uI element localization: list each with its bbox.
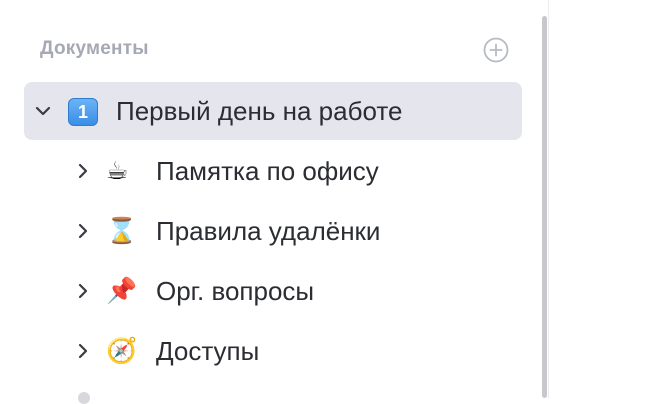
pushpin-icon: 📌 [106, 277, 138, 305]
documents-sidebar: Документы 1 Первый день на работе ☕ Памя… [0, 0, 548, 404]
hourglass-icon: ⌛ [106, 217, 138, 245]
sidebar-scrollbar[interactable] [540, 0, 548, 398]
tree-item-label: Доступы [156, 336, 260, 366]
coffee-icon: ☕ [106, 157, 129, 185]
compass-icon: 🧭 [106, 337, 138, 365]
chevron-right-icon[interactable] [74, 162, 92, 180]
tree-item-label: Первый день на работе [116, 96, 403, 126]
scrollbar-thumb[interactable] [542, 16, 547, 398]
tree-item-label: Правила удалёнки [156, 216, 381, 246]
chevron-right-icon[interactable] [74, 282, 92, 300]
chevron-right-icon[interactable] [74, 342, 92, 360]
section-title: Документы [40, 38, 149, 59]
next-item-partial-icon [78, 392, 90, 404]
chevron-down-icon[interactable] [34, 102, 52, 120]
documents-section-header: Документы [40, 36, 512, 64]
panel-divider [548, 0, 549, 398]
tree-item-label: Орг. вопросы [156, 276, 315, 306]
tree-item-remote-rules[interactable]: ⌛ Правила удалёнки [64, 202, 524, 260]
tree-item-office-memo[interactable]: ☕ Памятка по офису [64, 142, 524, 200]
tree-item-label: Памятка по офису [156, 156, 379, 186]
chevron-right-icon[interactable] [74, 222, 92, 240]
tree-item-org-questions[interactable]: 📌 Орг. вопросы [64, 262, 524, 320]
tree-item-access[interactable]: 🧭 Доступы [64, 322, 524, 380]
plus-circle-icon [483, 37, 509, 63]
keycap-one-icon: 1 [68, 98, 98, 126]
add-document-button[interactable] [483, 37, 509, 63]
tree-item-first-day[interactable]: 1 Первый день на работе [24, 82, 522, 140]
